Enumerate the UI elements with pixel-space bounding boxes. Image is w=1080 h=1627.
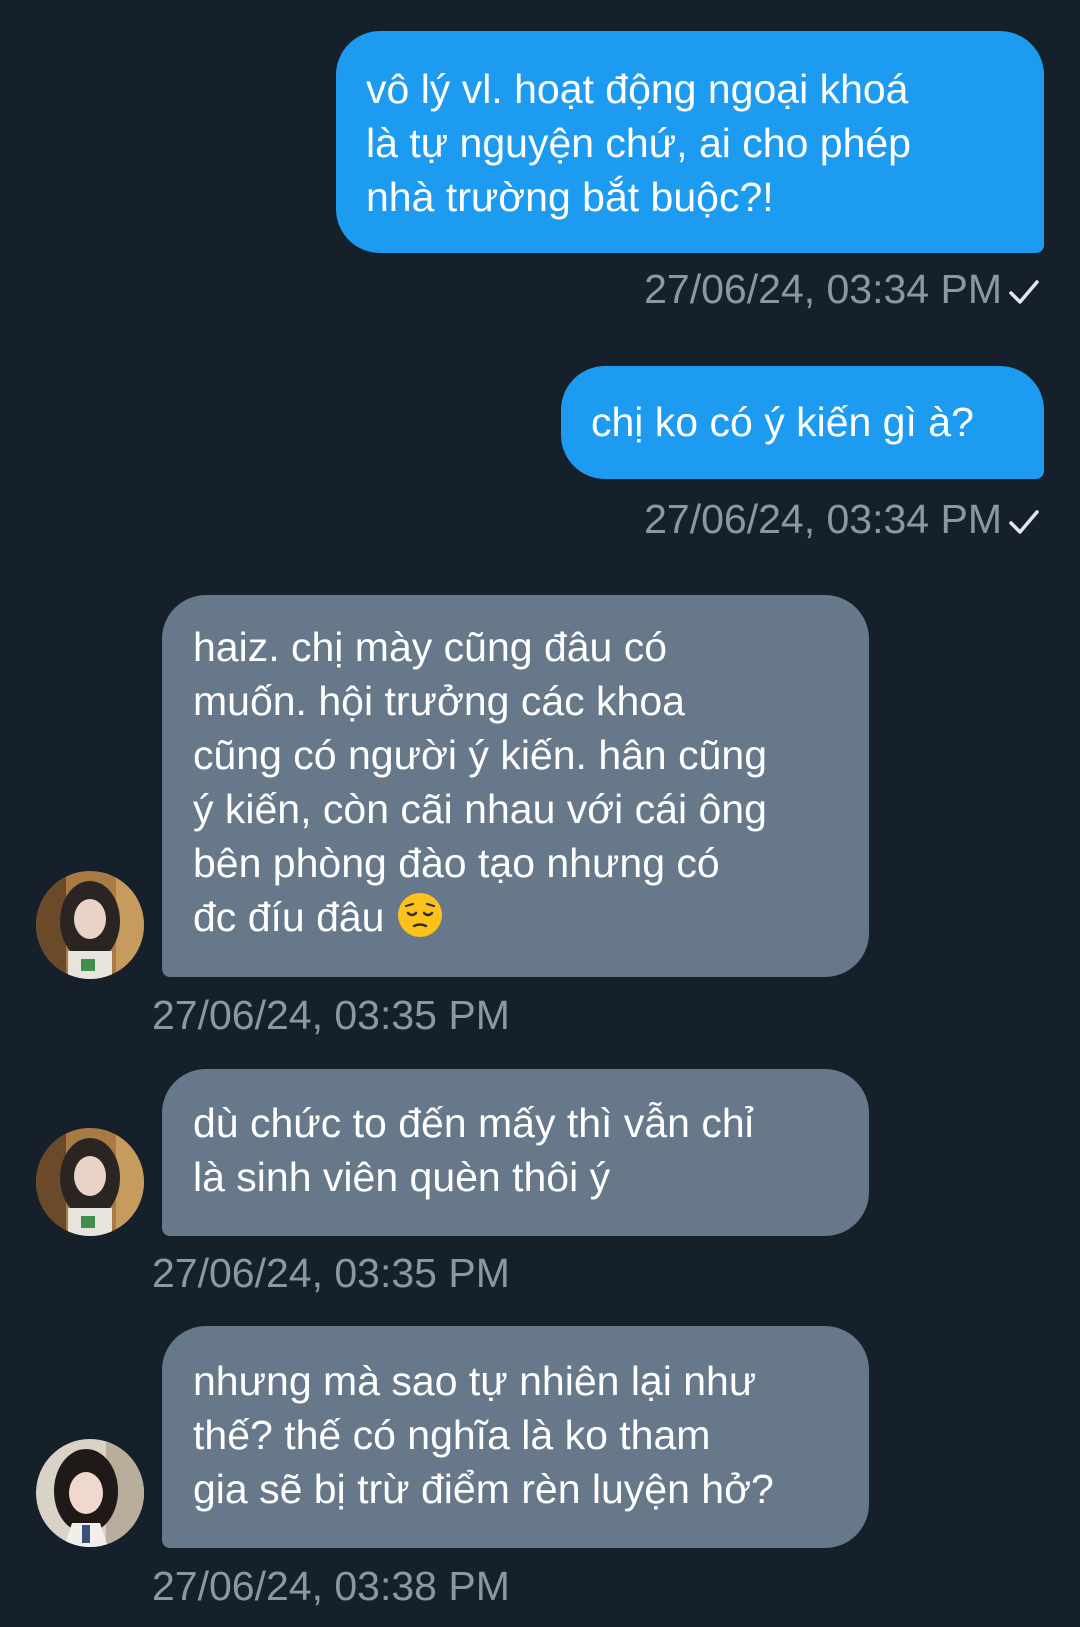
message-timestamp: 27/06/24, 03:34 PM <box>644 266 1002 312</box>
check-icon <box>1009 510 1039 534</box>
sent-message-bubble[interactable]: chị ko có ý kiến gì à? <box>561 366 1044 479</box>
message-text: chị ko có ý kiến gì à? <box>591 399 974 445</box>
received-message-bubble[interactable]: haiz. chị mày cũng đâu có muốn. hội trưở… <box>162 595 869 977</box>
message-timestamp: 27/06/24, 03:34 PM <box>644 496 1002 542</box>
pensive-face-emoji <box>397 893 442 937</box>
received-message-bubble[interactable]: dù chức to đến mấy thì vẫn chỉ là sinh v… <box>162 1069 869 1236</box>
check-icon <box>1009 280 1039 304</box>
message-text: nhưng mà sao tự nhiên lại như thế? thế c… <box>193 1358 774 1512</box>
message-text: haiz. chị mày cũng đâu có muốn. hội trưở… <box>193 624 768 940</box>
message-text: vô lý vl. hoạt động ngoại khoá là tự ngu… <box>366 66 911 220</box>
received-message-bubble[interactable]: nhưng mà sao tự nhiên lại như thế? thế c… <box>162 1326 869 1548</box>
avatar[interactable] <box>36 1439 144 1547</box>
message-timestamp: 27/06/24, 03:35 PM <box>152 1250 510 1296</box>
message-timestamp: 27/06/24, 03:35 PM <box>152 992 510 1038</box>
avatar[interactable] <box>36 1128 144 1236</box>
avatar[interactable] <box>36 871 144 979</box>
message-text: dù chức to đến mấy thì vẫn chỉ là sinh v… <box>193 1100 754 1200</box>
message-timestamp: 27/06/24, 03:38 PM <box>152 1563 510 1609</box>
sent-message-bubble[interactable]: vô lý vl. hoạt động ngoại khoá là tự ngu… <box>336 31 1044 253</box>
